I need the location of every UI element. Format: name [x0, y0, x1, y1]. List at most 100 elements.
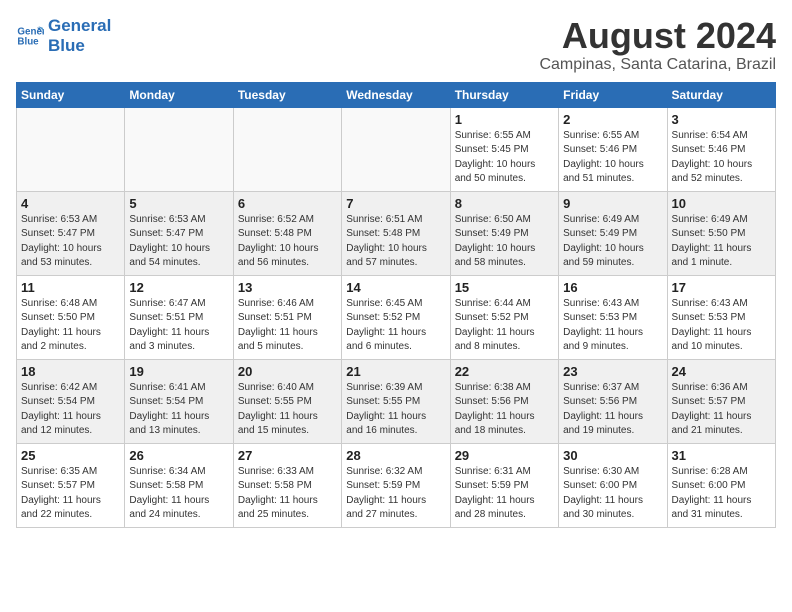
- day-number: 9: [563, 196, 662, 211]
- day-cell: 7 Sunrise: 6:51 AM Sunset: 5:48 PM Daylig…: [342, 191, 450, 275]
- logo-text-blue: Blue: [48, 36, 111, 56]
- day-info: Sunrise: 6:37 AM Sunset: 5:56 PM Dayligh…: [563, 381, 662, 439]
- day-cell: 5 Sunrise: 6:53 AM Sunset: 5:47 PM Daylig…: [125, 191, 233, 275]
- day-number: 16: [563, 280, 662, 295]
- weekday-header-friday: Friday: [559, 82, 667, 107]
- calendar-table: SundayMondayTuesdayWednesdayThursdayFrid…: [16, 82, 776, 528]
- day-cell: 4 Sunrise: 6:53 AM Sunset: 5:47 PM Daylig…: [17, 191, 125, 275]
- day-info: Sunrise: 6:28 AM Sunset: 6:00 PM Dayligh…: [672, 465, 771, 523]
- calendar-week-row: 4 Sunrise: 6:53 AM Sunset: 5:47 PM Daylig…: [17, 191, 776, 275]
- weekday-header-thursday: Thursday: [450, 82, 558, 107]
- day-cell: 12Sunrise: 6:47 AM Sunset: 5:51 PM Dayli…: [125, 275, 233, 359]
- header: General Blue General Blue August 2024 Ca…: [16, 16, 776, 74]
- day-info: Sunrise: 6:53 AM Sunset: 5:47 PM Dayligh…: [21, 213, 120, 271]
- day-number: 22: [455, 364, 554, 379]
- weekday-header-monday: Monday: [125, 82, 233, 107]
- day-info: Sunrise: 6:33 AM Sunset: 5:58 PM Dayligh…: [238, 465, 337, 523]
- day-info: Sunrise: 6:49 AM Sunset: 5:49 PM Dayligh…: [563, 213, 662, 271]
- day-number: 27: [238, 448, 337, 463]
- day-number: 21: [346, 364, 445, 379]
- day-cell: 23 Sunrise: 6:37 AM Sunset: 5:56 PM Dayli…: [559, 359, 667, 443]
- weekday-header-sunday: Sunday: [17, 82, 125, 107]
- day-cell: 29 Sunrise: 6:31 AM Sunset: 5:59 PM Dayli…: [450, 443, 558, 527]
- day-number: 29: [455, 448, 554, 463]
- day-cell: 31 Sunrise: 6:28 AM Sunset: 6:00 PM Dayli…: [667, 443, 775, 527]
- day-number: 3: [672, 112, 771, 127]
- day-cell: 28Sunrise: 6:32 AM Sunset: 5:59 PM Dayli…: [342, 443, 450, 527]
- day-info: Sunrise: 6:48 AM Sunset: 5:50 PM Dayligh…: [21, 297, 120, 355]
- weekday-header-tuesday: Tuesday: [233, 82, 341, 107]
- day-number: 1: [455, 112, 554, 127]
- day-info: Sunrise: 6:31 AM Sunset: 5:59 PM Dayligh…: [455, 465, 554, 523]
- title-block: August 2024 Campinas, Santa Catarina, Br…: [539, 16, 776, 74]
- day-number: 15: [455, 280, 554, 295]
- day-info: Sunrise: 6:34 AM Sunset: 5:58 PM Dayligh…: [129, 465, 228, 523]
- day-cell: 6Sunrise: 6:52 AM Sunset: 5:48 PM Daylig…: [233, 191, 341, 275]
- day-cell: 10 Sunrise: 6:49 AM Sunset: 5:50 PM Dayli…: [667, 191, 775, 275]
- day-cell: 13 Sunrise: 6:46 AM Sunset: 5:51 PM Dayli…: [233, 275, 341, 359]
- day-number: 8: [455, 196, 554, 211]
- empty-cell: [125, 107, 233, 191]
- logo-text-general: General: [48, 16, 111, 36]
- empty-cell: [233, 107, 341, 191]
- day-cell: 16 Sunrise: 6:43 AM Sunset: 5:53 PM Dayli…: [559, 275, 667, 359]
- day-cell: 9 Sunrise: 6:49 AM Sunset: 5:49 PM Daylig…: [559, 191, 667, 275]
- day-cell: 17 Sunrise: 6:43 AM Sunset: 5:53 PM Dayli…: [667, 275, 775, 359]
- day-info: Sunrise: 6:49 AM Sunset: 5:50 PM Dayligh…: [672, 213, 771, 271]
- empty-cell: [17, 107, 125, 191]
- calendar-week-row: 11Sunrise: 6:48 AM Sunset: 5:50 PM Dayli…: [17, 275, 776, 359]
- day-info: Sunrise: 6:53 AM Sunset: 5:47 PM Dayligh…: [129, 213, 228, 271]
- day-info: Sunrise: 6:54 AM Sunset: 5:46 PM Dayligh…: [672, 129, 771, 187]
- day-cell: 18Sunrise: 6:42 AM Sunset: 5:54 PM Dayli…: [17, 359, 125, 443]
- logo-icon: General Blue: [16, 22, 44, 50]
- day-info: Sunrise: 6:35 AM Sunset: 5:57 PM Dayligh…: [21, 465, 120, 523]
- day-info: Sunrise: 6:55 AM Sunset: 5:45 PM Dayligh…: [455, 129, 554, 187]
- day-info: Sunrise: 6:39 AM Sunset: 5:55 PM Dayligh…: [346, 381, 445, 439]
- day-info: Sunrise: 6:41 AM Sunset: 5:54 PM Dayligh…: [129, 381, 228, 439]
- weekday-header-saturday: Saturday: [667, 82, 775, 107]
- empty-cell: [342, 107, 450, 191]
- logo: General Blue General Blue: [16, 16, 111, 57]
- day-number: 6: [238, 196, 337, 211]
- day-number: 4: [21, 196, 120, 211]
- day-info: Sunrise: 6:46 AM Sunset: 5:51 PM Dayligh…: [238, 297, 337, 355]
- calendar-week-row: 25Sunrise: 6:35 AM Sunset: 5:57 PM Dayli…: [17, 443, 776, 527]
- day-number: 14: [346, 280, 445, 295]
- day-info: Sunrise: 6:44 AM Sunset: 5:52 PM Dayligh…: [455, 297, 554, 355]
- day-number: 10: [672, 196, 771, 211]
- day-number: 31: [672, 448, 771, 463]
- day-cell: 25Sunrise: 6:35 AM Sunset: 5:57 PM Dayli…: [17, 443, 125, 527]
- day-info: Sunrise: 6:30 AM Sunset: 6:00 PM Dayligh…: [563, 465, 662, 523]
- day-info: Sunrise: 6:40 AM Sunset: 5:55 PM Dayligh…: [238, 381, 337, 439]
- day-number: 26: [129, 448, 228, 463]
- weekday-header-row: SundayMondayTuesdayWednesdayThursdayFrid…: [17, 82, 776, 107]
- day-info: Sunrise: 6:47 AM Sunset: 5:51 PM Dayligh…: [129, 297, 228, 355]
- day-number: 13: [238, 280, 337, 295]
- day-cell: 30 Sunrise: 6:30 AM Sunset: 6:00 PM Dayli…: [559, 443, 667, 527]
- day-cell: 2 Sunrise: 6:55 AM Sunset: 5:46 PM Daylig…: [559, 107, 667, 191]
- day-info: Sunrise: 6:36 AM Sunset: 5:57 PM Dayligh…: [672, 381, 771, 439]
- day-number: 30: [563, 448, 662, 463]
- day-number: 23: [563, 364, 662, 379]
- day-info: Sunrise: 6:43 AM Sunset: 5:53 PM Dayligh…: [672, 297, 771, 355]
- day-info: Sunrise: 6:51 AM Sunset: 5:48 PM Dayligh…: [346, 213, 445, 271]
- day-number: 19: [129, 364, 228, 379]
- day-cell: 1 Sunrise: 6:55 AM Sunset: 5:45 PM Daylig…: [450, 107, 558, 191]
- day-number: 2: [563, 112, 662, 127]
- day-number: 17: [672, 280, 771, 295]
- day-number: 5: [129, 196, 228, 211]
- day-cell: 21 Sunrise: 6:39 AM Sunset: 5:55 PM Dayli…: [342, 359, 450, 443]
- day-info: Sunrise: 6:38 AM Sunset: 5:56 PM Dayligh…: [455, 381, 554, 439]
- day-cell: 15 Sunrise: 6:44 AM Sunset: 5:52 PM Dayli…: [450, 275, 558, 359]
- day-info: Sunrise: 6:42 AM Sunset: 5:54 PM Dayligh…: [21, 381, 120, 439]
- day-info: Sunrise: 6:32 AM Sunset: 5:59 PM Dayligh…: [346, 465, 445, 523]
- calendar-week-row: 18Sunrise: 6:42 AM Sunset: 5:54 PM Dayli…: [17, 359, 776, 443]
- day-info: Sunrise: 6:43 AM Sunset: 5:53 PM Dayligh…: [563, 297, 662, 355]
- day-info: Sunrise: 6:55 AM Sunset: 5:46 PM Dayligh…: [563, 129, 662, 187]
- day-cell: 11Sunrise: 6:48 AM Sunset: 5:50 PM Dayli…: [17, 275, 125, 359]
- day-cell: 8 Sunrise: 6:50 AM Sunset: 5:49 PM Daylig…: [450, 191, 558, 275]
- day-cell: 19 Sunrise: 6:41 AM Sunset: 5:54 PM Dayli…: [125, 359, 233, 443]
- calendar-title: August 2024: [539, 16, 776, 56]
- day-info: Sunrise: 6:50 AM Sunset: 5:49 PM Dayligh…: [455, 213, 554, 271]
- day-number: 7: [346, 196, 445, 211]
